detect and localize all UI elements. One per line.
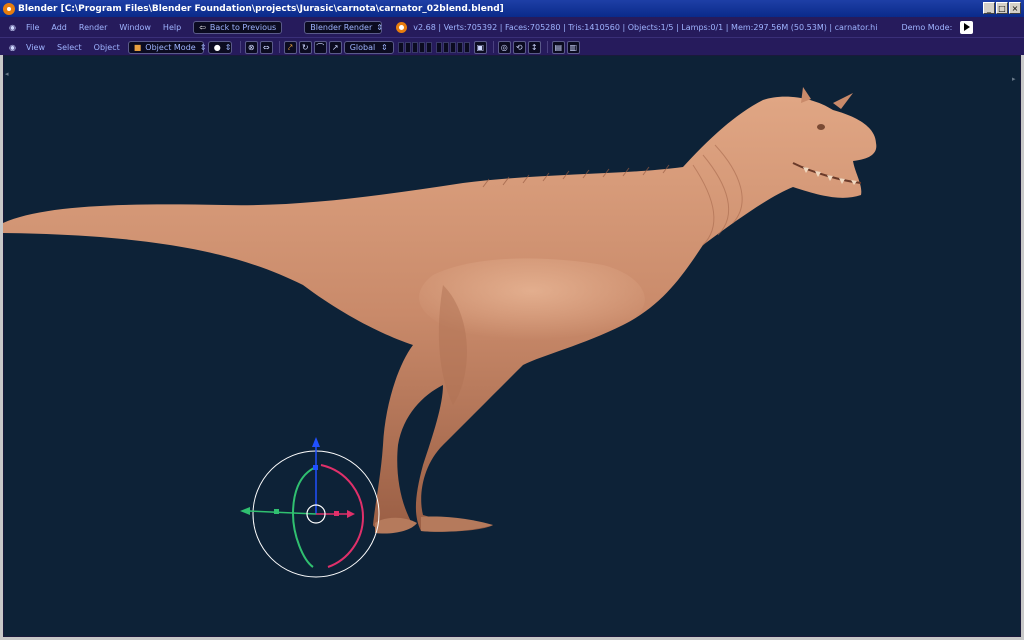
object-mode-select[interactable]: ■ Object Mode ⇕ — [127, 40, 207, 54]
layer-buttons-left[interactable] — [397, 41, 432, 53]
properties-toggle-icon[interactable]: ▸ — [1012, 75, 1016, 83]
dropdown-arrows-icon: ⇕ — [376, 22, 383, 32]
play-icon[interactable] — [960, 20, 974, 34]
toolshelf-toggle-icon[interactable]: ◂ — [5, 70, 9, 78]
rotate-manipulator-icon[interactable]: ↻ — [298, 40, 312, 54]
separator — [546, 41, 548, 53]
back-to-previous-label: Back to Previous — [209, 22, 277, 32]
menu-view[interactable]: View — [26, 43, 45, 52]
transform-orientation-select[interactable]: Global ⇕ — [343, 40, 394, 54]
view3d-header: ◉ View Select Object ■ Object Mode ⇕ ● ⇕… — [0, 37, 1024, 56]
horn-right — [833, 93, 853, 109]
minimize-button[interactable]: _ — [983, 2, 995, 14]
render-animation-icon[interactable]: ▥ — [566, 40, 580, 54]
foot-right — [421, 516, 493, 532]
menu-file[interactable]: File — [26, 23, 39, 32]
dropdown-arrows-icon: ⇕ — [381, 42, 388, 52]
scale-manipulator-icon[interactable]: ⌒ — [313, 40, 327, 54]
manipulator-toggle-icon[interactable]: ⇔ — [259, 40, 273, 54]
lock-layers-icon[interactable]: ▣ — [473, 40, 487, 54]
snap-toggle-icon[interactable]: ⟲ — [512, 40, 526, 54]
x-axis-arrow-icon[interactable] — [347, 510, 355, 518]
menu-add[interactable]: Add — [51, 23, 67, 32]
orientation-value: Global — [349, 42, 376, 52]
demo-mode-label: Demo Mode: — [901, 22, 953, 32]
pivot-point-icon[interactable]: ⊗ — [244, 40, 258, 54]
proportional-edit-icon[interactable]: ◎ — [497, 40, 511, 54]
carnotaurus-model[interactable] — [3, 87, 877, 534]
render-engine-value: Blender Render — [310, 22, 373, 32]
y-rotation-arc[interactable] — [291, 466, 317, 568]
translate-manipulator-icon[interactable]: ⤤ — [283, 40, 297, 54]
viewport-scene[interactable] — [3, 55, 1021, 637]
x-rotation-arc[interactable] — [320, 464, 365, 568]
y-scale-handle[interactable] — [274, 509, 279, 514]
window-title: Blender [C:\Program Files\Blender Founda… — [18, 3, 504, 14]
blender-logo-icon — [3, 2, 15, 15]
mode-value: Object Mode — [145, 42, 196, 52]
y-axis-arrow-icon[interactable] — [240, 507, 250, 515]
z-scale-handle[interactable] — [313, 465, 318, 470]
z-axis-arrow-icon[interactable] — [312, 437, 320, 447]
transform-gizmo[interactable] — [240, 437, 380, 578]
x-scale-handle[interactable] — [334, 511, 339, 516]
cube-icon: ■ — [133, 42, 142, 52]
snap-element-icon[interactable]: ↕ — [527, 40, 541, 54]
menu-help[interactable]: Help — [163, 23, 181, 32]
menu-window[interactable]: Window — [119, 23, 151, 32]
editor-type-icon[interactable]: ◉ — [8, 43, 17, 52]
menu-object[interactable]: Object — [94, 43, 120, 52]
menu-render[interactable]: Render — [79, 23, 107, 32]
blender-logo-icon — [396, 21, 408, 33]
separator — [239, 41, 241, 53]
maximize-button[interactable]: □ — [996, 2, 1008, 14]
close-button[interactable]: × — [1009, 2, 1021, 14]
pin-manipulator-icon[interactable]: ↗ — [328, 40, 342, 54]
layer-buttons-right[interactable] — [435, 41, 470, 53]
window-controls: _ □ × — [983, 2, 1021, 14]
back-icon: ⇦ — [199, 22, 206, 32]
render-still-icon[interactable]: ▤ — [551, 40, 565, 54]
scene-stats: v2.68 | Verts:705392 | Faces:705280 | Tr… — [413, 22, 878, 32]
render-engine-select[interactable]: Blender Render ⇕ — [304, 20, 383, 34]
info-header: ◉ File Add Render Window Help ⇦ Back to … — [0, 17, 1024, 37]
dropdown-arrows-icon: ⇕ — [199, 42, 207, 52]
window-title-bar[interactable]: Blender [C:\Program Files\Blender Founda… — [0, 0, 1024, 17]
separator — [278, 41, 280, 53]
foot-left — [375, 517, 417, 534]
y-axis-line — [247, 510, 317, 515]
viewport-shading-select[interactable]: ● ⇕ — [207, 40, 232, 54]
separator — [492, 41, 494, 53]
back-to-previous-button[interactable]: ⇦ Back to Previous — [193, 20, 283, 34]
solid-shading-icon: ● — [213, 42, 221, 52]
eye — [817, 124, 825, 130]
menu-select[interactable]: Select — [57, 43, 82, 52]
editor-type-icon[interactable]: ◉ — [8, 23, 17, 32]
dropdown-arrows-icon: ⇕ — [224, 42, 232, 52]
